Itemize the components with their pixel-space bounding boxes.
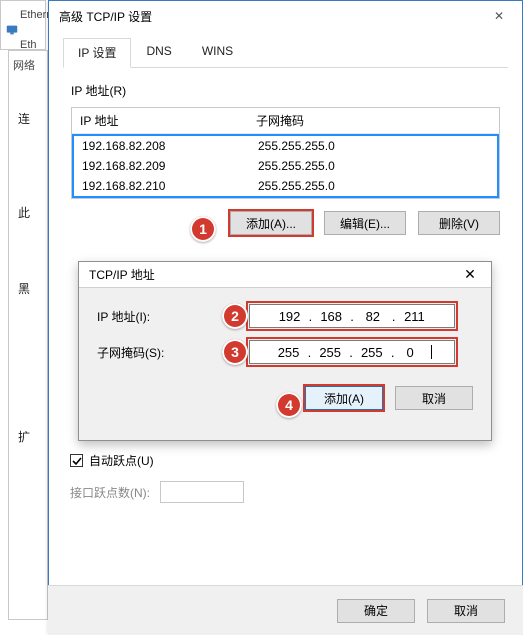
add-button[interactable]: 添加(A)... bbox=[230, 211, 312, 235]
edit-button[interactable]: 编辑(E)... bbox=[324, 211, 406, 235]
inner-titlebar: TCP/IP 地址 ✕ bbox=[79, 262, 491, 288]
callout-2: 2 bbox=[222, 303, 248, 329]
mask-octet: 255 bbox=[355, 345, 389, 360]
auto-metric-checkbox-row[interactable]: 自动跃点(U) bbox=[70, 452, 490, 469]
tab-ip-settings[interactable]: IP 设置 bbox=[63, 38, 131, 68]
auto-metric-area: 自动跃点(U) 接口跃点数(N): bbox=[70, 452, 490, 503]
tab-wins[interactable]: WINS bbox=[187, 38, 248, 68]
ip-octet: 192 bbox=[273, 309, 307, 324]
cell-mask: 255.255.255.0 bbox=[258, 139, 489, 153]
ip-address-input[interactable]: 192. 168. 82. 211 bbox=[249, 304, 455, 328]
table-row[interactable]: 192.168.82.210 255.255.255.0 bbox=[74, 176, 497, 196]
table-row[interactable]: 192.168.82.208 255.255.255.0 bbox=[74, 136, 497, 156]
ip-octet: 168 bbox=[314, 309, 348, 324]
mask-field-row: 子网掩码(S): 255. 255. 255. 0 bbox=[97, 340, 473, 364]
ip-octet: 211 bbox=[397, 309, 431, 324]
interface-metric-row: 接口跃点数(N): bbox=[70, 481, 490, 503]
mask-octet: 255 bbox=[272, 345, 306, 360]
col-ip: IP 地址 bbox=[80, 112, 256, 129]
ip-list-header: IP 地址 子网掩码 bbox=[72, 108, 499, 134]
ip-group-label: IP 地址(R) bbox=[71, 82, 500, 99]
callout-4: 4 bbox=[276, 392, 302, 418]
inner-add-button[interactable]: 添加(A) bbox=[305, 386, 383, 410]
ok-button[interactable]: 确定 bbox=[337, 599, 415, 623]
background-window-b: 网络 bbox=[8, 50, 48, 620]
mask-field-label: 子网掩码(S): bbox=[97, 344, 187, 361]
ip-address-group: IP 地址(R) IP 地址 子网掩码 192.168.82.208 255.2… bbox=[71, 82, 500, 235]
auto-metric-label: 自动跃点(U) bbox=[89, 452, 154, 469]
interface-metric-label: 接口跃点数(N): bbox=[70, 484, 150, 501]
tab-strip: IP 设置 DNS WINS bbox=[63, 37, 508, 68]
cancel-button[interactable]: 取消 bbox=[427, 599, 505, 623]
tab-dns[interactable]: DNS bbox=[131, 38, 186, 68]
remove-button[interactable]: 删除(V) bbox=[418, 211, 500, 235]
ip-list[interactable]: IP 地址 子网掩码 192.168.82.208 255.255.255.0 … bbox=[71, 107, 500, 199]
subnet-mask-input[interactable]: 255. 255. 255. 0 bbox=[249, 340, 455, 364]
cell-ip: 192.168.82.210 bbox=[82, 179, 258, 193]
cell-ip: 192.168.82.209 bbox=[82, 159, 258, 173]
bg-side-3: 黑 bbox=[18, 280, 30, 297]
ip-octet: 82 bbox=[356, 309, 390, 324]
table-row[interactable]: 192.168.82.209 255.255.255.0 bbox=[74, 156, 497, 176]
inner-cancel-button[interactable]: 取消 bbox=[395, 386, 473, 410]
dialog-title: 高级 TCP/IP 设置 bbox=[59, 8, 152, 25]
bg-side-1: 连 bbox=[18, 110, 30, 127]
mask-octet: 0 bbox=[396, 345, 430, 360]
bg-side-2: 此 bbox=[18, 204, 30, 221]
callout-3: 3 bbox=[222, 339, 248, 365]
ip-field-label: IP 地址(I): bbox=[97, 308, 187, 325]
bg-side-4: 扩 bbox=[18, 428, 30, 445]
inner-dialog-title: TCP/IP 地址 bbox=[89, 266, 155, 283]
background-window-a: Ethern Eth bbox=[0, 0, 46, 50]
ip-field-row: IP 地址(I): 192. 168. 82. 211 bbox=[97, 304, 473, 328]
close-icon: ✕ bbox=[494, 9, 504, 23]
inner-close-button[interactable]: ✕ bbox=[455, 264, 485, 286]
col-mask: 子网掩码 bbox=[256, 112, 491, 129]
callout-1: 1 bbox=[190, 216, 216, 242]
dialog-footer: 确定 取消 bbox=[48, 585, 523, 635]
interface-metric-input bbox=[160, 481, 244, 503]
cell-mask: 255.255.255.0 bbox=[258, 159, 489, 173]
bg-panel-label: 网络 bbox=[13, 57, 35, 73]
cell-mask: 255.255.255.0 bbox=[258, 179, 489, 193]
checkbox-icon bbox=[70, 454, 83, 467]
ip-button-row: 添加(A)... 编辑(E)... 删除(V) bbox=[71, 211, 500, 235]
titlebar: 高级 TCP/IP 设置 ✕ bbox=[49, 1, 522, 31]
cell-ip: 192.168.82.208 bbox=[82, 139, 258, 153]
close-icon: ✕ bbox=[464, 266, 476, 283]
text-cursor bbox=[431, 345, 432, 359]
close-button[interactable]: ✕ bbox=[476, 1, 522, 31]
mask-octet: 255 bbox=[313, 345, 347, 360]
